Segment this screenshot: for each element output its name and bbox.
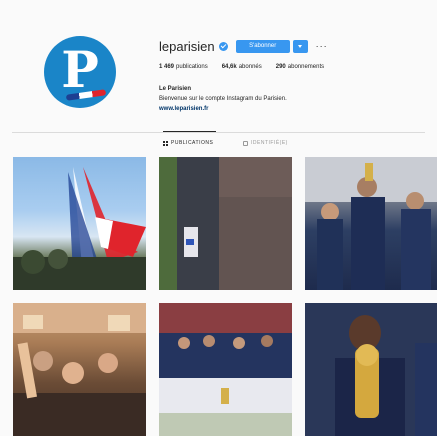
flyover-photo	[13, 167, 146, 290]
post-thumbnail[interactable]	[13, 157, 146, 290]
stat-value: 290	[275, 64, 286, 70]
instagram-profile-page: P leparisien S'abonner ··· 1 469 publicat…	[0, 0, 437, 436]
website-link[interactable]: www.leparisien.fr	[159, 104, 287, 114]
tag-icon	[243, 140, 248, 146]
stat-followers[interactable]: 64,6k abonnés	[222, 64, 262, 70]
stat-label: abonnés	[238, 64, 262, 70]
player-trophy-photo	[305, 303, 437, 436]
tabs-divider	[12, 132, 425, 133]
stat-label: abonnements	[287, 64, 325, 70]
profile-bio: Le Parisien Bienvenue sur le compte Inst…	[159, 84, 287, 114]
post-thumbnail[interactable]	[159, 157, 292, 290]
follow-button[interactable]: S'abonner	[235, 39, 290, 53]
stat-value: 1 469	[159, 64, 175, 70]
verified-badge-icon	[218, 41, 228, 51]
team-photo-trophy	[159, 303, 292, 436]
stat-label: publications	[176, 64, 208, 70]
parade-photo	[159, 157, 292, 290]
active-tab-indicator	[163, 131, 216, 132]
post-thumbnail[interactable]	[305, 303, 437, 436]
username: leparisien	[159, 38, 215, 54]
fans-bar-photo	[13, 303, 146, 436]
stat-following[interactable]: 290 abonnements	[276, 64, 324, 70]
more-options-icon[interactable]: ···	[316, 41, 328, 51]
profile-stats: 1 469 publications 64,6k abonnés 290 abonne…	[159, 64, 338, 70]
stat-value: 64,6k	[221, 64, 237, 70]
team-celebration-photo	[305, 157, 437, 290]
bio-text: Bienvenue sur le compte Instagram du Par…	[159, 96, 287, 102]
post-thumbnail[interactable]	[305, 157, 437, 290]
post-thumbnail[interactable]	[159, 303, 292, 436]
tab-label: PUBLICATIONS	[171, 140, 214, 146]
suggestions-dropdown-button[interactable]	[292, 39, 308, 53]
profile-header-row: leparisien S'abonner ···	[159, 38, 328, 54]
tab-publications[interactable]: PUBLICATIONS	[163, 140, 213, 146]
profile-name: Le Parisien	[159, 86, 192, 92]
avatar: P	[44, 36, 116, 108]
post-thumbnail[interactable]	[13, 303, 146, 436]
tab-tagged[interactable]: IDENTIFIÉ(E)	[243, 140, 288, 146]
stat-publications: 1 469 publications	[159, 64, 208, 70]
tab-label: IDENTIFIÉ(E)	[251, 140, 288, 146]
grid-icon	[163, 140, 168, 146]
profile-avatar[interactable]: P	[44, 36, 116, 108]
